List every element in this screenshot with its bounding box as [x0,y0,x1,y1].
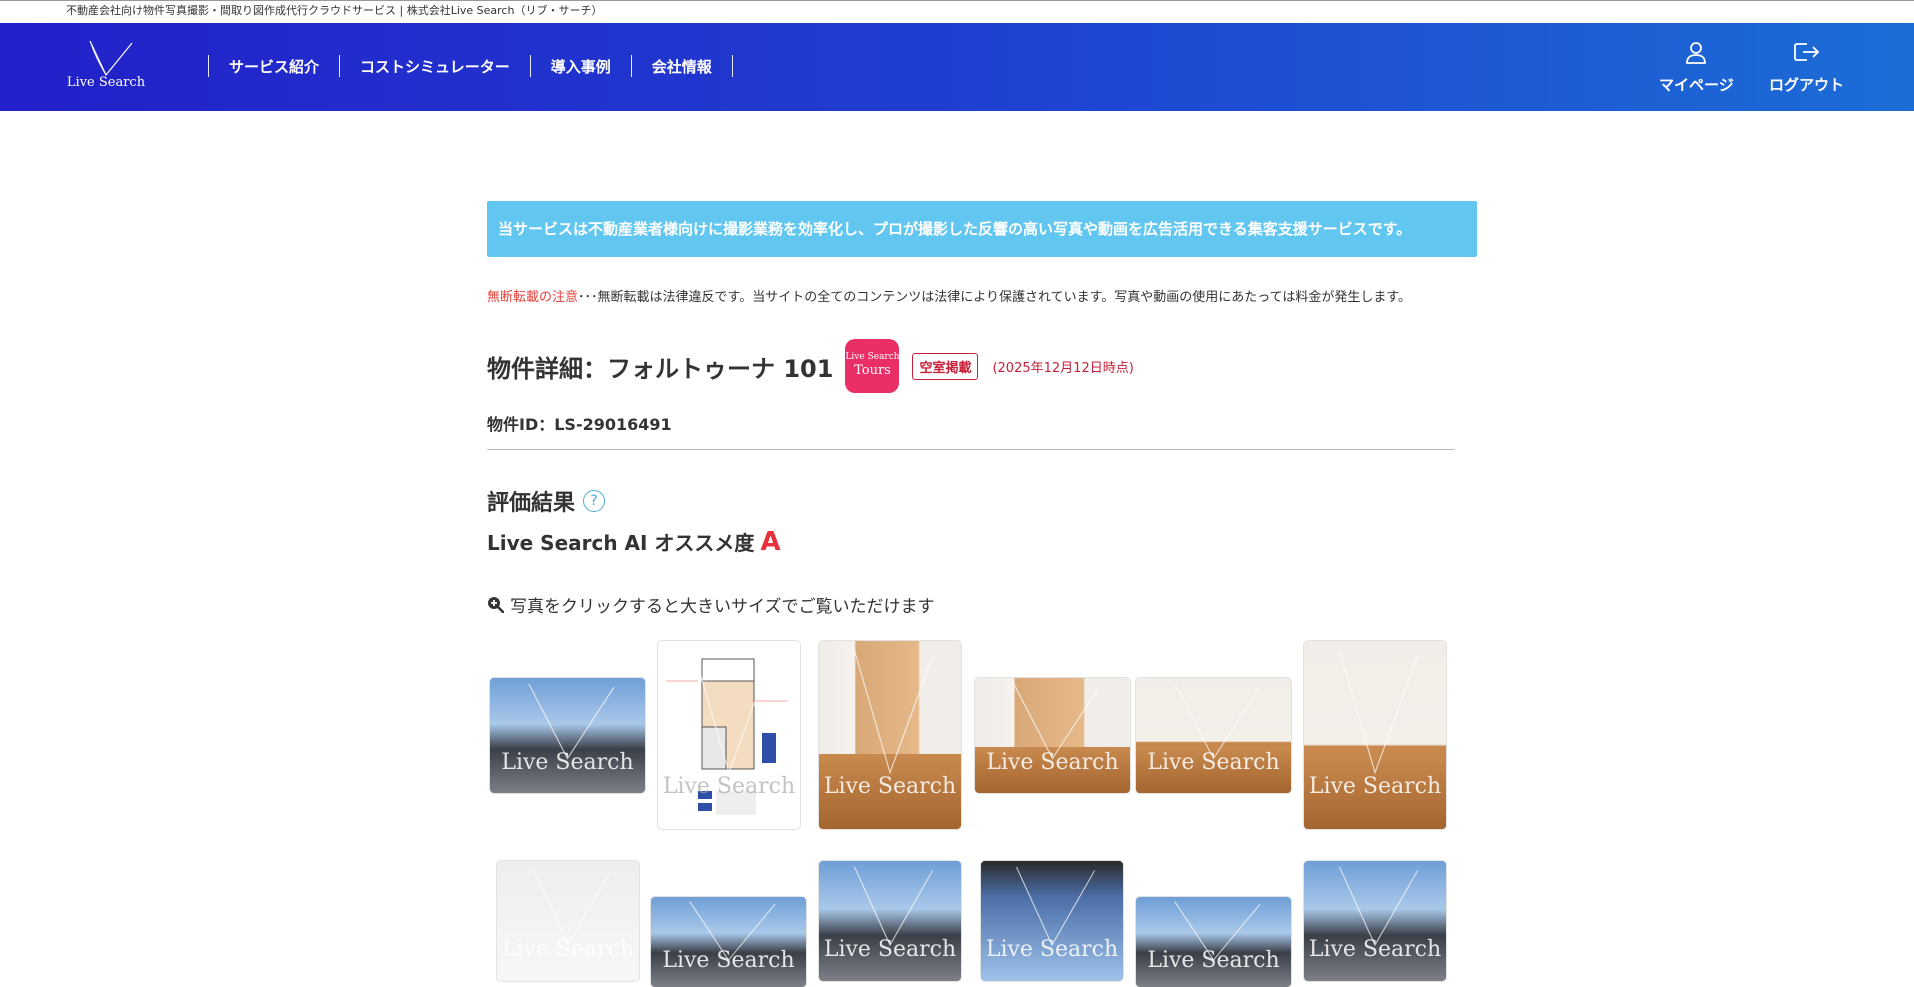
photo-7[interactable]: Live Search [497,861,639,981]
ai-recommendation-label: Live Search AI オススメ度 [487,531,755,555]
evaluation-heading: 評価結果 ? [487,485,606,517]
copyright-notice: 無断転載の注意･･･無断転載は法律違反です。当サイトの全てのコンテンツは法律によ… [487,286,1411,305]
watermark-mark-icon [853,650,934,775]
gallery-hint-text: 写真をクリックすると大きいサイズでご覧いただけます [510,597,935,617]
tours-brand: Live Search [845,352,900,362]
vacant-badge: 空室掲載 [912,352,979,380]
nav-cost-simulator[interactable]: コストシミュレーター [340,56,530,77]
watermark-mark-icon [1174,683,1261,760]
watermark-mark-icon [1015,866,1096,947]
logo-text: Live Search [66,75,146,90]
gallery-hint: 写真をクリックすると大きいサイズでご覧いただけます [487,592,935,617]
watermark-mark-icon [1013,683,1100,760]
ai-grade: A [760,527,781,557]
photo-11[interactable]: Live Search [1136,897,1291,987]
notice-warning: 無断転載の注意 [487,290,579,305]
mypage-label: マイページ [1659,76,1734,94]
property-title-row: 物件詳細：フォルトゥーナ 101 Live Search Tours 空室掲載 … [487,339,1134,393]
nav-service-intro[interactable]: サービス紹介 [209,56,339,77]
site-header: Live Search サービス紹介 コストシミュレーター 導入事例 会社情報 … [0,23,1914,111]
logout-label: ログアウト [1769,76,1845,94]
nav-divider [731,55,733,77]
page-title: 物件詳細：フォルトゥーナ 101 [487,354,834,383]
watermark-mark-icon [1174,901,1261,961]
photo-12[interactable]: Live Search [1304,861,1446,981]
nav-divider [630,55,632,77]
photo-10[interactable]: Live Search [981,861,1123,981]
logo-mark-icon [89,40,133,77]
photo-9[interactable]: Live Search [819,861,961,981]
watermark-mark-icon [528,683,615,760]
service-banner: 当サービスは不動産業者様向けに撮影業務を効率化し、プロが撮影した反響の高い写真や… [487,201,1477,257]
exterior-photo[interactable]: Live Search [490,678,645,793]
photo-8[interactable]: Live Search [651,897,806,987]
help-icon[interactable]: ? [583,490,606,512]
watermark-mark-icon [1338,650,1419,775]
watermark-mark-icon [853,866,934,947]
nav-divider [339,55,341,77]
nav-divider [529,55,531,77]
watermark-mark-icon [1338,866,1419,947]
nav-divider [208,55,209,77]
nav-company-info[interactable]: 会社情報 [632,56,732,77]
live-search-logo[interactable]: Live Search [66,39,146,95]
evaluation-title: 評価結果 [487,491,576,516]
room-window-photo[interactable]: Live Search [1136,678,1291,793]
tours-label: Tours [854,363,891,378]
zoom-in-icon [488,597,504,613]
as-of-date: (2025年12月12日時点) [992,360,1134,376]
room-closet-photo[interactable]: Live Search [819,641,961,829]
live-search-tours-badge[interactable]: Live Search Tours [845,339,900,393]
property-id: 物件ID：LS-29016491 [487,415,672,434]
watermark-mark-icon [692,650,773,775]
watermark-mark-icon [689,901,776,961]
notice-text: ･･･無断転載は法律違反です。当サイトの全てのコンテンツは法律により保護されてい… [578,290,1412,305]
room-wide-photo[interactable]: Live Search [975,678,1130,793]
mypage-button[interactable]: マイページ [1659,41,1734,95]
user-icon [1686,42,1707,64]
watermark-mark-icon [531,866,612,947]
section-divider [487,449,1455,450]
top-info-text: 不動産会社向け物件写真撮影・間取り図作成代行クラウドサービス | 株式会社Liv… [66,4,603,17]
ai-recommendation: Live Search AI オススメ度 A [487,527,781,557]
nav-case-studies[interactable]: 導入事例 [531,56,631,77]
floorplan-photo[interactable]: Live Search [658,641,800,829]
logout-button[interactable]: ログアウト [1769,41,1844,95]
logout-icon [1793,43,1819,61]
top-info-bar: 不動産会社向け物件写真撮影・間取り図作成代行クラウドサービス | 株式会社Liv… [0,0,1914,23]
room-window-tall-photo[interactable]: Live Search [1304,641,1446,829]
main-nav: サービス紹介 コストシミュレーター 導入事例 会社情報 [208,54,733,78]
